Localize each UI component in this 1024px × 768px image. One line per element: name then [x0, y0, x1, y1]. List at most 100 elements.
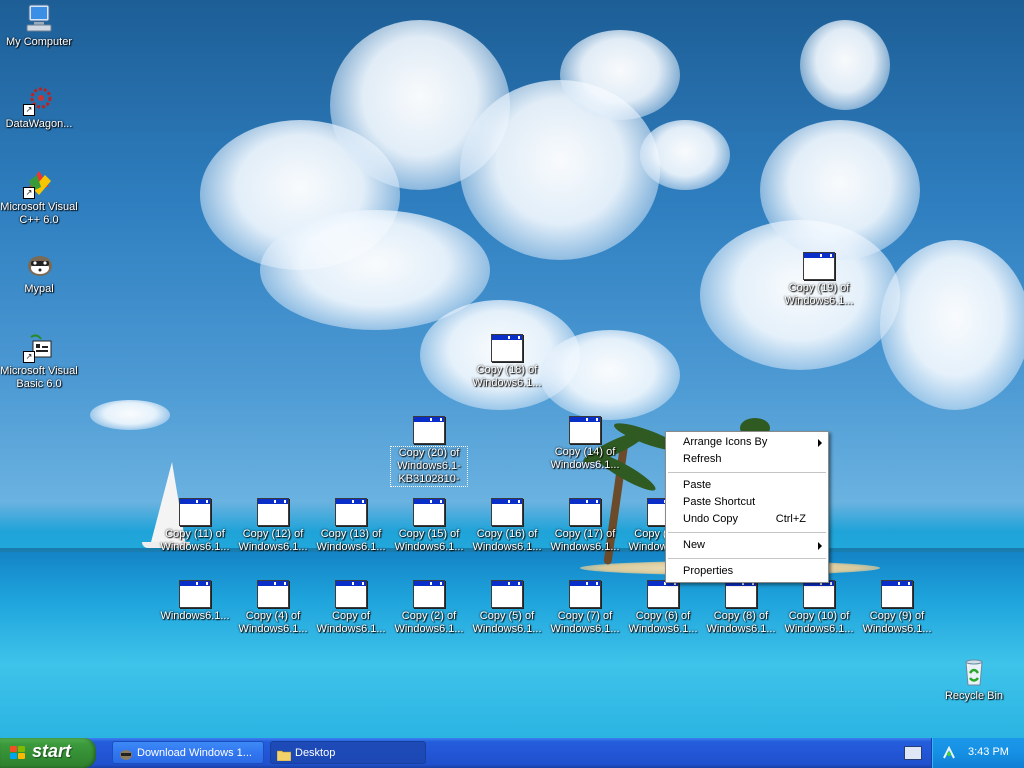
menu-item-label: Refresh: [683, 453, 722, 465]
menu-item-refresh[interactable]: Refresh: [666, 451, 828, 468]
desktop-icon-datawagon[interactable]: ↗ DataWagon...: [0, 84, 78, 131]
file-icon[interactable]: Copy (19) of Windows6.1...: [780, 250, 858, 308]
file-icon-label: Copy (4) of Windows6.1...: [238, 610, 308, 635]
file-icon-label: Copy (6) of Windows6.1...: [628, 610, 698, 635]
file-icon[interactable]: Copy (8) of Windows6.1...: [702, 578, 780, 636]
clock[interactable]: 3:43 PM: [968, 746, 1009, 758]
msu-file-icon: [257, 498, 289, 526]
file-icon-label: Copy (8) of Windows6.1...: [706, 610, 776, 635]
menu-item-arrange-icons-by[interactable]: Arrange Icons By: [666, 434, 828, 451]
file-icon[interactable]: Copy (7) of Windows6.1...: [546, 578, 624, 636]
desktop-icon-msvb[interactable]: ↗ Microsoft Visual Basic 6.0: [0, 331, 78, 391]
file-icon[interactable]: Copy (15) of Windows6.1...: [390, 496, 468, 554]
file-icon[interactable]: Copy (14) of Windows6.1...: [546, 414, 624, 472]
menu-item-shortcut: Ctrl+Z: [775, 513, 806, 525]
computer-icon: [23, 2, 55, 34]
file-icon[interactable]: Copy (12) of Windows6.1...: [234, 496, 312, 554]
folder-icon: [276, 747, 292, 762]
mypal-icon: [23, 249, 55, 281]
file-icon[interactable]: Copy (6) of Windows6.1...: [624, 578, 702, 636]
menu-separator: [668, 558, 826, 559]
menu-item-label: Undo Copy: [683, 513, 739, 525]
msu-file-icon: [725, 580, 757, 608]
file-icon[interactable]: Copy (18) of Windows6.1...: [468, 332, 546, 390]
msu-file-icon: [257, 580, 289, 608]
file-icon-label: Copy (17) of Windows6.1...: [550, 528, 620, 553]
msu-file-icon: [569, 580, 601, 608]
taskbar-button-download[interactable]: Download Windows 1...: [112, 741, 264, 764]
menu-item-label: Properties: [683, 565, 734, 577]
menu-item-properties[interactable]: Properties: [666, 563, 828, 580]
network-icon[interactable]: [942, 745, 956, 760]
desktop-icon-mypal[interactable]: Mypal: [0, 249, 78, 296]
cloud: [540, 330, 680, 420]
cloud: [880, 240, 1024, 410]
taskbar-button-desktop[interactable]: Desktop: [270, 741, 426, 764]
cloud: [90, 400, 170, 430]
file-icon[interactable]: Copy (5) of Windows6.1...: [468, 578, 546, 636]
browser-icon: [119, 747, 133, 760]
desktop-icon-label: DataWagon...: [5, 118, 73, 130]
shortcut-arrow-icon: ↗: [23, 187, 35, 199]
msu-file-icon: [491, 498, 523, 526]
msu-file-icon: [881, 580, 913, 608]
file-icon-label: Copy (11) of Windows6.1...: [160, 528, 230, 553]
menu-separator: [668, 532, 826, 533]
file-icon[interactable]: Windows6.1...: [156, 578, 234, 623]
msu-file-icon: [413, 580, 445, 608]
msu-file-icon: [569, 416, 601, 444]
menu-item-label: Paste Shortcut: [683, 496, 756, 508]
menu-item-undo-copy[interactable]: Undo Copy Ctrl+Z: [666, 511, 828, 528]
desktop-icon-recycle-bin[interactable]: Recycle Bin: [935, 656, 1013, 703]
menu-item-paste-shortcut[interactable]: Paste Shortcut: [666, 494, 828, 511]
file-icon[interactable]: Copy (10) of Windows6.1...: [780, 578, 858, 636]
visual-cpp-icon: ↗: [23, 167, 55, 199]
cloud: [800, 20, 890, 110]
menu-item-new[interactable]: New: [666, 537, 828, 554]
file-icon[interactable]: Copy (13) of Windows6.1...: [312, 496, 390, 554]
menu-separator: [668, 472, 826, 473]
file-icon-label: Copy (10) of Windows6.1...: [784, 610, 854, 635]
file-icon[interactable]: Copy (9) of Windows6.1...: [858, 578, 936, 636]
taskbar-button-label: Download Windows 1...: [137, 747, 252, 759]
desktop-icon-label: Microsoft Visual Basic 6.0: [0, 365, 78, 390]
msu-file-icon: [413, 498, 445, 526]
submenu-arrow-icon: [818, 439, 822, 447]
file-icon-selected[interactable]: Copy (20) of Windows6.1-KB3102810-x64.ms…: [390, 414, 468, 487]
msu-file-icon: [335, 498, 367, 526]
file-icon[interactable]: Copy of Windows6.1...: [312, 578, 390, 636]
file-icon-label: Copy of Windows6.1...: [316, 610, 386, 635]
file-icon[interactable]: Copy (2) of Windows6.1...: [390, 578, 468, 636]
file-icon-label: Windows6.1...: [160, 610, 230, 622]
desktop-icon-msvc[interactable]: ↗ Microsoft Visual C++ 6.0: [0, 167, 78, 227]
file-icon-label: Copy (5) of Windows6.1...: [472, 610, 542, 635]
desktop-context-menu: Arrange Icons By Refresh Paste Paste Sho…: [665, 431, 829, 583]
taskbar: start Download Windows 1... Desktop 3:43…: [0, 738, 1024, 768]
msu-file-icon: [491, 580, 523, 608]
menu-item-label: Arrange Icons By: [683, 436, 768, 448]
file-icon-label: Copy (2) of Windows6.1...: [394, 610, 464, 635]
start-label: start: [32, 741, 72, 761]
desktop-icon-label: Recycle Bin: [944, 690, 1004, 702]
file-icon-label: Copy (15) of Windows6.1...: [394, 528, 464, 553]
msu-file-icon: [569, 498, 601, 526]
cloud: [640, 120, 730, 190]
file-icon-label: Copy (9) of Windows6.1...: [862, 610, 932, 635]
start-button[interactable]: start: [0, 738, 96, 768]
desktop-icon-label: My Computer: [5, 36, 73, 48]
shortcut-arrow-icon: ↗: [23, 104, 35, 116]
file-icon-label: Copy (20) of Windows6.1-KB3102810-x64.ms…: [390, 446, 468, 487]
file-icon[interactable]: Copy (11) of Windows6.1...: [156, 496, 234, 554]
file-icon[interactable]: Copy (17) of Windows6.1...: [546, 496, 624, 554]
desktop-icon-my-computer[interactable]: My Computer: [0, 2, 78, 49]
file-icon[interactable]: Copy (4) of Windows6.1...: [234, 578, 312, 636]
submenu-arrow-icon: [818, 542, 822, 550]
file-icon[interactable]: Copy (16) of Windows6.1...: [468, 496, 546, 554]
desktop-icon-label: Mypal: [24, 283, 54, 295]
file-icon-label: Copy (12) of Windows6.1...: [238, 528, 308, 553]
keyboard-icon[interactable]: [904, 746, 922, 760]
msu-file-icon: [803, 252, 835, 280]
menu-item-paste[interactable]: Paste: [666, 477, 828, 494]
file-icon-label: Copy (16) of Windows6.1...: [472, 528, 542, 553]
msu-file-icon: [335, 580, 367, 608]
